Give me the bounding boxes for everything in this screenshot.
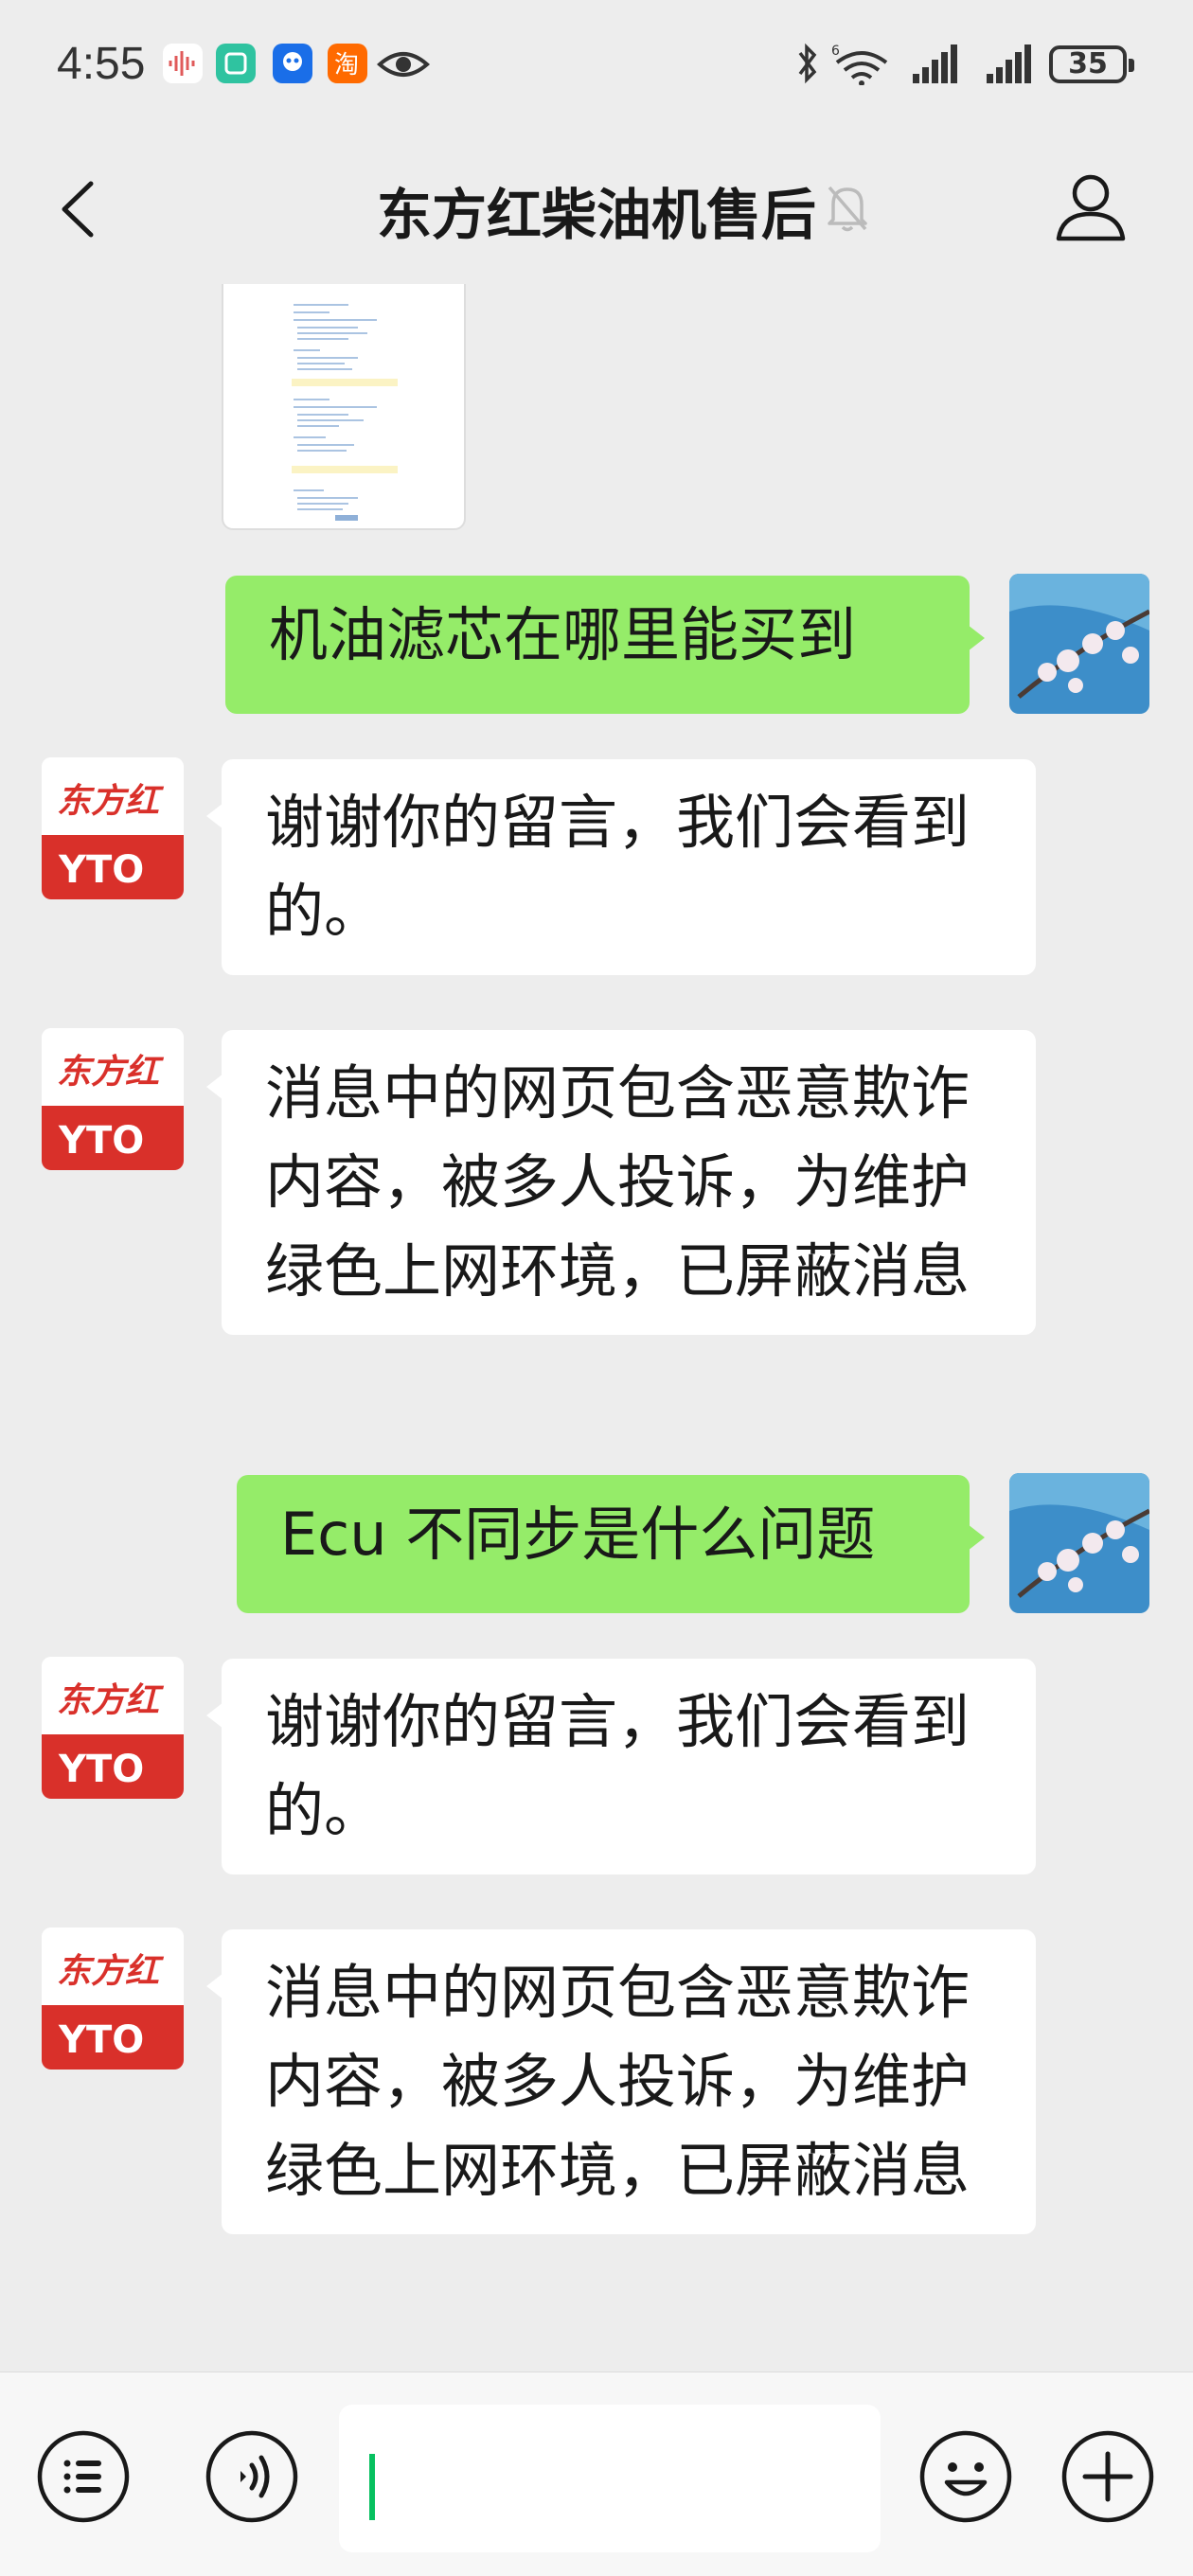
person-icon xyxy=(1056,174,1126,241)
message-text: 谢谢你的留言，我们会看到的。 xyxy=(265,1687,970,1845)
message-text: 机油滤芯在哪里能买到 xyxy=(269,600,857,669)
svg-text:YTO: YTO xyxy=(58,1748,144,1791)
plus-icon xyxy=(1061,2430,1154,2523)
signal-icon xyxy=(911,42,960,89)
message-text: 消息中的网页包含恶意欺诈内容，被多人投诉，为维护绿色上网环境，已屏蔽消息 xyxy=(265,1958,970,2205)
message-text: 消息中的网页包含恶意欺诈内容，被多人投诉，为维护绿色上网环境，已屏蔽消息 xyxy=(265,1058,970,1306)
chat-title: 东方红柴油机售后 xyxy=(0,170,1193,250)
audio-wave-icon xyxy=(163,44,203,83)
official-account-avatar[interactable]: 东方红 YTO xyxy=(42,757,184,899)
yto-logo-icon: 东方红 YTO xyxy=(42,757,184,899)
svg-text:东方红: 东方红 xyxy=(57,1951,165,1991)
taobao-icon: 淘 xyxy=(328,44,367,83)
yto-logo-icon: 东方红 YTO xyxy=(42,1657,184,1799)
svg-text:YTO: YTO xyxy=(58,848,144,892)
menu-icon xyxy=(37,2430,130,2523)
yto-logo-icon: 东方红 YTO xyxy=(42,1028,184,1170)
signal-icon xyxy=(985,42,1034,89)
svg-text:淘: 淘 xyxy=(334,51,359,80)
user-avatar[interactable] xyxy=(1009,574,1149,714)
menu-toggle-button[interactable] xyxy=(36,2429,131,2524)
svg-text:东方红: 东方红 xyxy=(57,781,165,821)
more-actions-button[interactable] xyxy=(1060,2429,1155,2524)
emoji-button[interactable] xyxy=(918,2429,1013,2524)
svg-text:东方红: 东方红 xyxy=(57,1680,165,1720)
message-bubble-received[interactable]: 谢谢你的留言，我们会看到的。 xyxy=(206,1659,1036,1874)
official-account-avatar[interactable]: 东方红 YTO xyxy=(42,1928,184,2070)
message-text: 谢谢你的留言，我们会看到的。 xyxy=(265,788,970,946)
svg-text:YTO: YTO xyxy=(58,2018,144,2062)
status-bar: 4:55 淘 6 35 xyxy=(0,0,1193,133)
svg-text:6: 6 xyxy=(831,44,840,59)
voice-input-button[interactable] xyxy=(205,2429,299,2524)
message-bubble-sent[interactable]: 机油滤芯在哪里能买到 xyxy=(225,576,985,714)
emoji-icon xyxy=(919,2430,1012,2523)
message-input[interactable] xyxy=(339,2405,881,2552)
status-time: 4:55 xyxy=(57,39,146,89)
message-bubble-received[interactable]: 消息中的网页包含恶意欺诈内容，被多人投诉，为维护绿色上网环境，已屏蔽消息 xyxy=(206,1030,1036,1335)
message-bubble-sent[interactable]: Ecu 不同步是什么问题 xyxy=(237,1475,985,1613)
message-bubble-received[interactable]: 谢谢你的留言，我们会看到的。 xyxy=(206,759,1036,975)
document-preview-image xyxy=(292,304,398,521)
cherry-blossom-avatar-image xyxy=(1009,1473,1149,1613)
eye-icon xyxy=(376,47,431,85)
ai-assistant-icon xyxy=(273,44,312,83)
mute-bell-icon xyxy=(822,180,873,239)
svg-text:东方红: 东方红 xyxy=(57,1052,165,1092)
svg-text:YTO: YTO xyxy=(58,1119,144,1163)
chat-input-bar xyxy=(0,2372,1193,2576)
text-cursor xyxy=(369,2454,375,2520)
chat-header: 东方红柴油机售后 xyxy=(0,133,1193,284)
shared-document-thumbnail[interactable] xyxy=(222,284,466,530)
bluetooth-icon xyxy=(793,42,822,89)
message-text: Ecu 不同步是什么问题 xyxy=(280,1500,876,1569)
mi-home-icon xyxy=(216,44,256,83)
voice-icon xyxy=(205,2430,298,2523)
message-bubble-received[interactable]: 消息中的网页包含恶意欺诈内容，被多人投诉，为维护绿色上网环境，已屏蔽消息 xyxy=(206,1929,1036,2234)
chat-info-button[interactable] xyxy=(1053,169,1129,248)
wifi-icon: 6 xyxy=(829,42,896,89)
chat-title-text: 东方红柴油机售后 xyxy=(376,183,816,247)
battery-icon: 35 xyxy=(1049,45,1134,83)
user-avatar[interactable] xyxy=(1009,1473,1149,1613)
yto-logo-icon: 东方红 YTO xyxy=(42,1928,184,2070)
official-account-avatar[interactable]: 东方红 YTO xyxy=(42,1028,184,1170)
cherry-blossom-avatar-image xyxy=(1009,574,1149,714)
official-account-avatar[interactable]: 东方红 YTO xyxy=(42,1657,184,1799)
